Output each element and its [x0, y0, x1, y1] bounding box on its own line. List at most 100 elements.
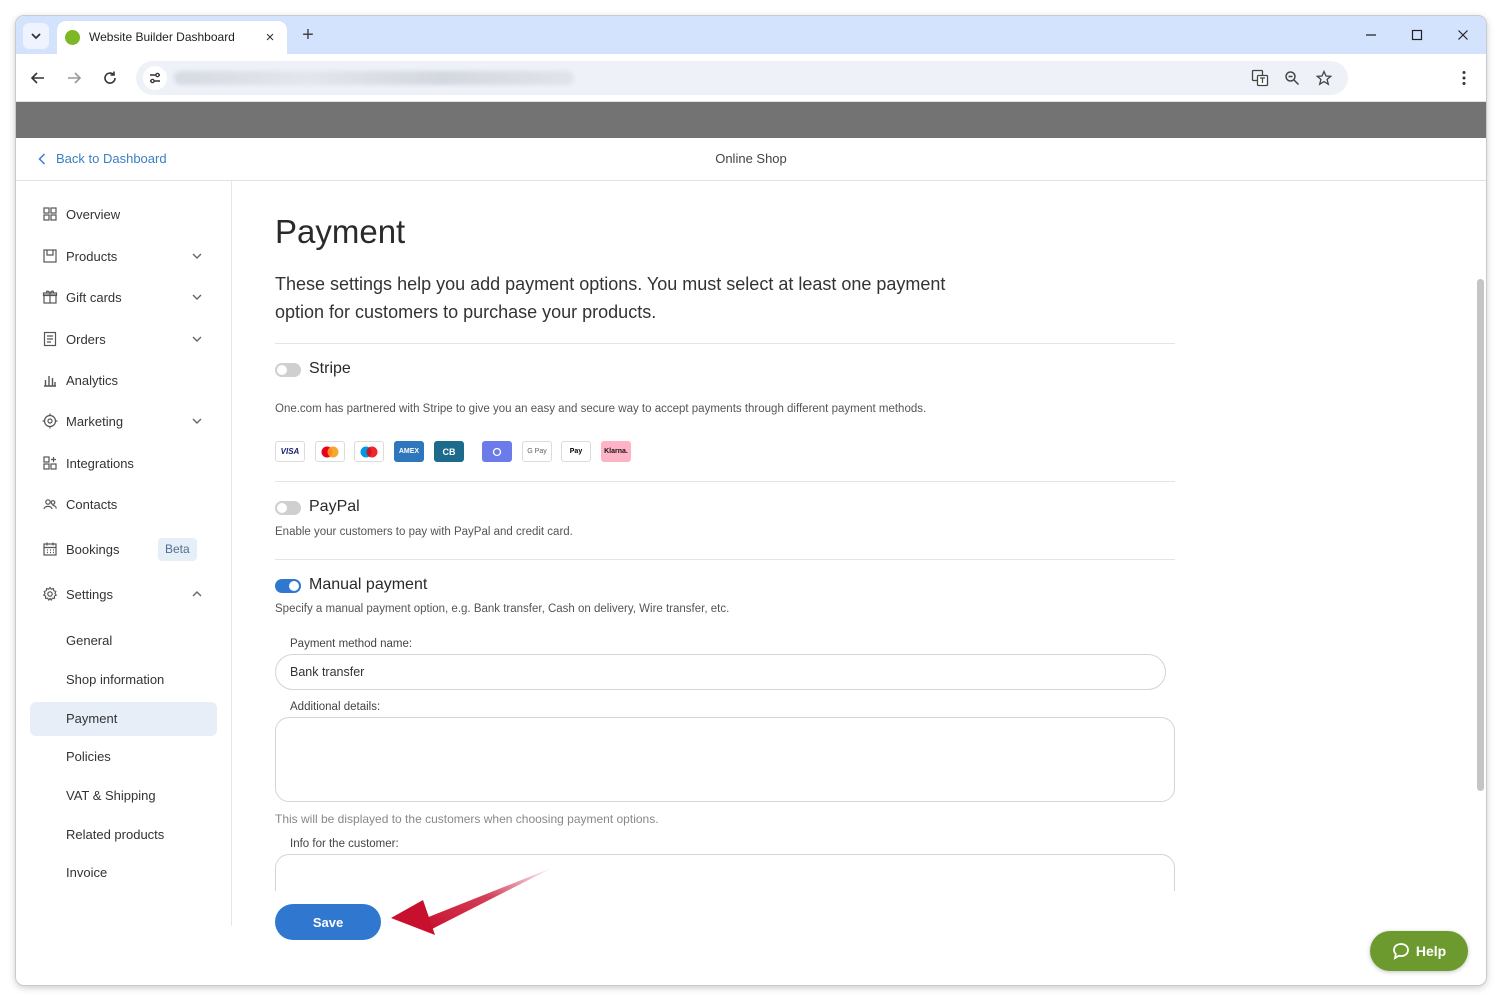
close-window-icon[interactable] [1448, 24, 1478, 46]
payment-method-name-label: Payment method name: [290, 638, 413, 650]
additional-details-textarea[interactable] [275, 717, 1175, 802]
sidebar-item-integrations[interactable]: Integrations [30, 446, 217, 480]
manual-payment-description: Specify a manual payment option, e.g. Ba… [275, 603, 730, 615]
sidebar-subitem-label: Policies [66, 749, 111, 764]
beta-badge: Beta [158, 538, 197, 561]
stripe-description: One.com has partnered with Stripe to giv… [275, 403, 927, 415]
page-intro: These settings help you add payment opti… [275, 274, 946, 322]
chat-bubble-icon [1392, 943, 1409, 960]
gift-icon [42, 290, 58, 304]
calendar-icon [43, 542, 57, 556]
browser-window: Website Builder Dashboard × + Online Sho… [16, 16, 1486, 985]
minimize-icon[interactable] [1356, 24, 1386, 46]
chevron-down-icon [192, 253, 202, 259]
sidebar-item-label: Products [66, 248, 118, 264]
sidebar-item-contacts[interactable]: Contacts [30, 487, 217, 521]
sidebar: Overview Products Gift cards Orders Anal… [16, 181, 232, 926]
browser-tab[interactable]: Website Builder Dashboard × [57, 21, 287, 54]
customer-info-label: Info for the customer: [290, 838, 399, 850]
chevron-down-icon [31, 33, 41, 40]
stripe-title: Stripe [309, 360, 351, 377]
tab-close-icon[interactable]: × [261, 28, 279, 46]
help-button[interactable]: Help [1370, 931, 1468, 971]
sidebar-item-settings[interactable]: Settings [30, 577, 217, 611]
puzzle-icon [43, 456, 57, 470]
mastercard-icon [315, 441, 345, 462]
sidebar-subitem-shop-information[interactable]: Shop information [30, 663, 217, 697]
sidebar-subitem-label: Payment [66, 711, 118, 726]
back-arrow-icon[interactable] [26, 66, 50, 90]
amex-icon: AMEX [394, 441, 424, 462]
tab-search-button[interactable] [23, 23, 49, 49]
sidebar-item-analytics[interactable]: Analytics [30, 363, 217, 397]
main-content: Payment These settings help you add paym… [233, 181, 1486, 926]
app-top-bar [16, 102, 1486, 138]
save-button[interactable]: Save [275, 904, 381, 940]
divider [275, 559, 1175, 560]
people-icon [43, 499, 57, 510]
back-to-dashboard-link[interactable]: Back to Dashboard [38, 151, 167, 166]
sidebar-item-label: Gift cards [66, 289, 122, 305]
address-bar[interactable] [136, 61, 1348, 95]
list-icon [43, 331, 57, 347]
sidebar-subitem-related-products[interactable]: Related products [30, 818, 217, 852]
maestro-icon [354, 441, 384, 462]
chevron-down-icon [192, 336, 202, 342]
zoom-icon[interactable] [1282, 68, 1302, 88]
manual-payment-toggle[interactable] [275, 579, 301, 593]
google-pay-icon: G Pay [522, 441, 552, 462]
site-settings-icon[interactable] [143, 66, 167, 90]
sidebar-subitem-policies[interactable]: Policies [30, 740, 217, 774]
sidebar-subitem-payment[interactable]: Payment [30, 702, 217, 736]
sidebar-subitem-label: General [66, 633, 113, 648]
sidebar-item-products[interactable]: Products [30, 239, 217, 273]
browser-menu-icon[interactable] [1454, 66, 1474, 90]
bookmark-star-icon[interactable] [1314, 68, 1334, 88]
sidebar-subitem-vat-shipping[interactable]: VAT & Shipping [30, 779, 217, 813]
chevron-down-icon [192, 418, 202, 424]
tab-strip: Website Builder Dashboard × + [16, 16, 1486, 54]
favicon-icon [65, 30, 80, 45]
grid-icon [43, 207, 57, 221]
divider [275, 481, 1175, 482]
url-text-blurred [174, 71, 574, 85]
translate-icon[interactable] [1250, 68, 1270, 88]
sidebar-item-overview[interactable]: Overview [30, 197, 217, 231]
manual-payment-title: Manual payment [309, 576, 428, 593]
payment-method-name-input[interactable]: Bank transfer [275, 654, 1166, 690]
page-header: Online Shop Back to Dashboard [16, 138, 1486, 181]
sidebar-item-label: Integrations [66, 455, 134, 471]
back-link-label: Back to Dashboard [56, 151, 167, 166]
sidebar-item-label: Bookings [66, 541, 120, 557]
paypal-toggle[interactable] [275, 501, 301, 515]
stripe-toggle[interactable] [275, 363, 301, 377]
scrollbar[interactable] [1474, 181, 1486, 926]
divider [275, 343, 1175, 344]
sidebar-item-label: Analytics [66, 372, 119, 388]
additional-details-label: Additional details: [290, 701, 381, 713]
sidebar-item-gift-cards[interactable]: Gift cards [30, 280, 217, 314]
sidebar-item-orders[interactable]: Orders [30, 322, 217, 356]
sidebar-subitem-invoice[interactable]: Invoice [30, 856, 217, 890]
maximize-icon[interactable] [1402, 24, 1432, 46]
scrollbar-thumb[interactable] [1477, 279, 1484, 791]
forward-arrow-icon[interactable] [62, 66, 86, 90]
bar-chart-icon [44, 376, 56, 387]
save-footer-bg [233, 891, 1473, 926]
help-label: Help [1415, 943, 1447, 959]
sidebar-subitem-general[interactable]: General [30, 624, 217, 658]
sidebar-item-marketing[interactable]: Marketing [30, 404, 217, 438]
chevron-up-icon [192, 591, 202, 597]
link-pay-icon [482, 441, 512, 462]
new-tab-button[interactable]: + [298, 25, 318, 45]
sidebar-item-label: Contacts [66, 496, 118, 512]
sidebar-item-bookings[interactable]: Bookings Beta [30, 532, 217, 566]
additional-details-hint: This will be displayed to the customers … [275, 812, 659, 826]
browser-toolbar [16, 54, 1486, 102]
sidebar-subitem-label: Related products [66, 827, 165, 842]
reload-icon[interactable] [98, 66, 122, 90]
klarna-icon: Klarna. [601, 441, 631, 462]
apple-pay-icon: Pay [561, 441, 591, 462]
chevron-down-icon [192, 294, 202, 300]
sidebar-subitem-label: VAT & Shipping [66, 788, 156, 803]
